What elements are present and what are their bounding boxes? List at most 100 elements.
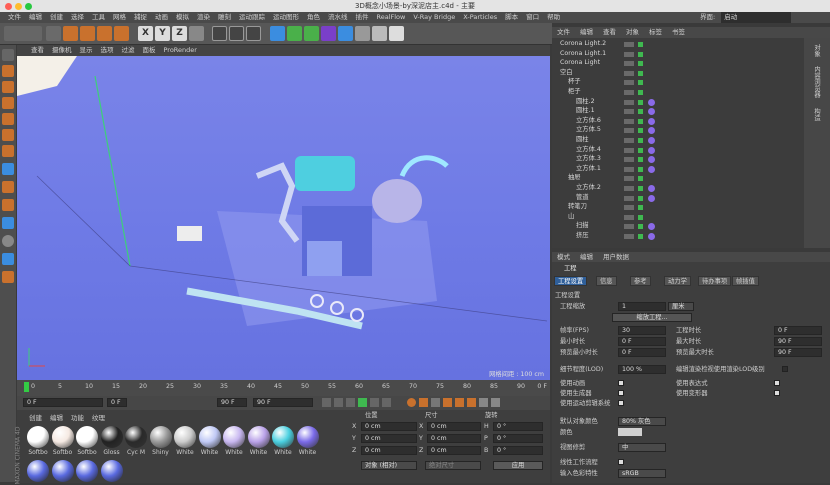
play-forward-icon[interactable] xyxy=(358,398,367,407)
menu-item[interactable]: 动画 xyxy=(151,12,172,23)
object-row[interactable]: 抽屉 xyxy=(552,174,804,183)
visibility-dots-icon[interactable] xyxy=(624,90,634,95)
object-row[interactable]: 立方体.1 xyxy=(552,165,804,174)
preview-end-field[interactable]: 90 F xyxy=(253,398,313,407)
enabled-check-icon[interactable] xyxy=(638,186,643,191)
apply-button[interactable]: 应用 xyxy=(493,461,543,470)
enabled-check-icon[interactable] xyxy=(638,109,643,115)
timeline-ruler[interactable]: 0 5 10 15 20 25 30 35 40 45 50 55 60 65 70 75 80 85 90 0 F xyxy=(17,380,550,396)
menu-item[interactable]: 文件 xyxy=(4,12,25,23)
visibility-dots-icon[interactable] xyxy=(624,138,634,143)
enabled-check-icon[interactable] xyxy=(638,51,643,57)
material-swatch[interactable] xyxy=(149,426,172,448)
visibility-dots-icon[interactable] xyxy=(624,195,634,201)
enabled-check-icon[interactable] xyxy=(638,42,643,47)
rotation-key-icon[interactable] xyxy=(467,398,476,407)
grid-toggle-icon[interactable] xyxy=(2,253,14,265)
usage-checkbox[interactable] xyxy=(618,390,624,396)
enabled-check-icon[interactable] xyxy=(638,128,643,134)
visibility-dots-icon[interactable] xyxy=(624,128,634,134)
pla-key-icon[interactable] xyxy=(491,398,500,407)
sculpt-icon[interactable] xyxy=(2,235,14,247)
snap-icon[interactable] xyxy=(2,181,14,193)
enabled-check-icon[interactable] xyxy=(638,138,643,143)
render-settings-icon[interactable] xyxy=(246,26,261,41)
viewport-menu-item[interactable]: 查看 xyxy=(27,45,48,56)
enabled-check-icon[interactable] xyxy=(638,90,643,95)
side-tab-objects[interactable]: 对象 xyxy=(812,44,821,57)
material-tag-icon[interactable] xyxy=(648,98,655,106)
menu-item[interactable]: 网格 xyxy=(109,12,130,23)
enabled-check-icon[interactable] xyxy=(638,176,643,182)
menu-item[interactable]: 流水线 xyxy=(324,12,352,23)
scale-tool-icon[interactable] xyxy=(80,26,95,41)
material-swatch[interactable] xyxy=(198,426,221,448)
param-key-icon[interactable] xyxy=(479,398,488,407)
side-tab-content-browser[interactable]: 内容浏览器 xyxy=(812,66,821,98)
size-field[interactable]: 0 cm xyxy=(427,446,481,455)
attribute-menu-item[interactable]: 模式 xyxy=(552,252,575,262)
size-field[interactable]: 0 cm xyxy=(427,434,481,443)
field-value[interactable]: 30 xyxy=(618,326,666,335)
material-tag-icon[interactable] xyxy=(648,194,655,202)
move-tool-icon[interactable] xyxy=(63,26,78,41)
subdivision-surface-icon[interactable] xyxy=(287,26,302,41)
floor-icon[interactable] xyxy=(338,26,353,41)
object-row[interactable]: 圆柱 xyxy=(552,136,804,145)
recent-tool-icon[interactable] xyxy=(114,26,129,41)
attribute-tab[interactable]: 工程设置 xyxy=(554,276,588,286)
visibility-dots-icon[interactable] xyxy=(624,224,634,230)
object-row[interactable]: 转笔刀 xyxy=(552,203,804,212)
menu-item[interactable]: 窗口 xyxy=(522,12,543,23)
material-tag-icon[interactable] xyxy=(648,146,655,154)
polygons-mode-icon[interactable] xyxy=(2,145,14,157)
viewport-menu-item[interactable]: ProRender xyxy=(160,45,201,56)
visibility-dots-icon[interactable] xyxy=(624,70,634,76)
object-menu-item[interactable]: 编辑 xyxy=(575,27,598,38)
record-key-icon[interactable] xyxy=(407,398,416,407)
rotation-field[interactable]: 0 ° xyxy=(493,446,543,455)
camera-icon[interactable] xyxy=(355,26,370,41)
material-swatch[interactable] xyxy=(100,426,123,448)
default-color-dropdown[interactable]: 80% 灰色 xyxy=(618,417,666,426)
material-tag-icon[interactable] xyxy=(648,185,655,192)
select-tool-icon[interactable] xyxy=(46,26,61,41)
enabled-check-icon[interactable] xyxy=(638,224,643,230)
menu-item[interactable]: V-Ray Bridge xyxy=(409,12,459,23)
material-swatch[interactable] xyxy=(100,460,123,482)
menu-item[interactable]: 脚本 xyxy=(501,12,522,23)
material-tag-icon[interactable] xyxy=(648,165,655,173)
menu-item[interactable]: 渲染 xyxy=(193,12,214,23)
menu-item[interactable]: 角色 xyxy=(303,12,324,23)
current-frame-field[interactable]: 0 F xyxy=(107,398,127,407)
visibility-dots-icon[interactable] xyxy=(624,80,634,86)
visibility-dots-icon[interactable] xyxy=(624,166,634,172)
material-swatch[interactable] xyxy=(296,426,319,448)
attribute-tab[interactable]: 参考 xyxy=(630,276,651,286)
attribute-tab[interactable]: 帧插值 xyxy=(732,276,759,286)
light-icon[interactable] xyxy=(372,26,387,41)
object-row[interactable]: 杯子 xyxy=(552,78,804,87)
object-row[interactable]: 山 xyxy=(552,213,804,222)
workplane-icon[interactable] xyxy=(2,199,14,211)
points-mode-icon[interactable] xyxy=(2,113,14,125)
object-row[interactable]: 柜子 xyxy=(552,88,804,97)
y-axis-lock-icon[interactable]: Y xyxy=(155,26,170,41)
menu-item[interactable]: 运动跟踪 xyxy=(235,12,269,23)
menu-item[interactable]: 插件 xyxy=(352,12,373,23)
render-picture-viewer-icon[interactable] xyxy=(229,26,244,41)
menu-item[interactable]: 模拟 xyxy=(172,12,193,23)
3d-viewport[interactable]: 网格间距 : 100 cm xyxy=(17,56,550,380)
start-frame-field[interactable]: 0 F xyxy=(23,398,103,407)
material-swatch[interactable] xyxy=(76,460,98,482)
visibility-dots-icon[interactable] xyxy=(624,51,634,57)
menu-item[interactable]: 捕捉 xyxy=(130,12,151,23)
menu-item[interactable]: 帮助 xyxy=(543,12,564,23)
object-row[interactable]: 空白 xyxy=(552,69,804,78)
object-menu-item[interactable]: 标签 xyxy=(644,27,667,38)
attribute-tab[interactable]: 信息 xyxy=(596,276,617,286)
field-value-right[interactable]: 90 F xyxy=(774,337,822,346)
menu-item[interactable]: RealFlow xyxy=(373,12,410,23)
position-field[interactable]: 0 cm xyxy=(361,434,417,443)
size-mode-dropdown[interactable]: 绝对尺寸 xyxy=(425,461,481,470)
